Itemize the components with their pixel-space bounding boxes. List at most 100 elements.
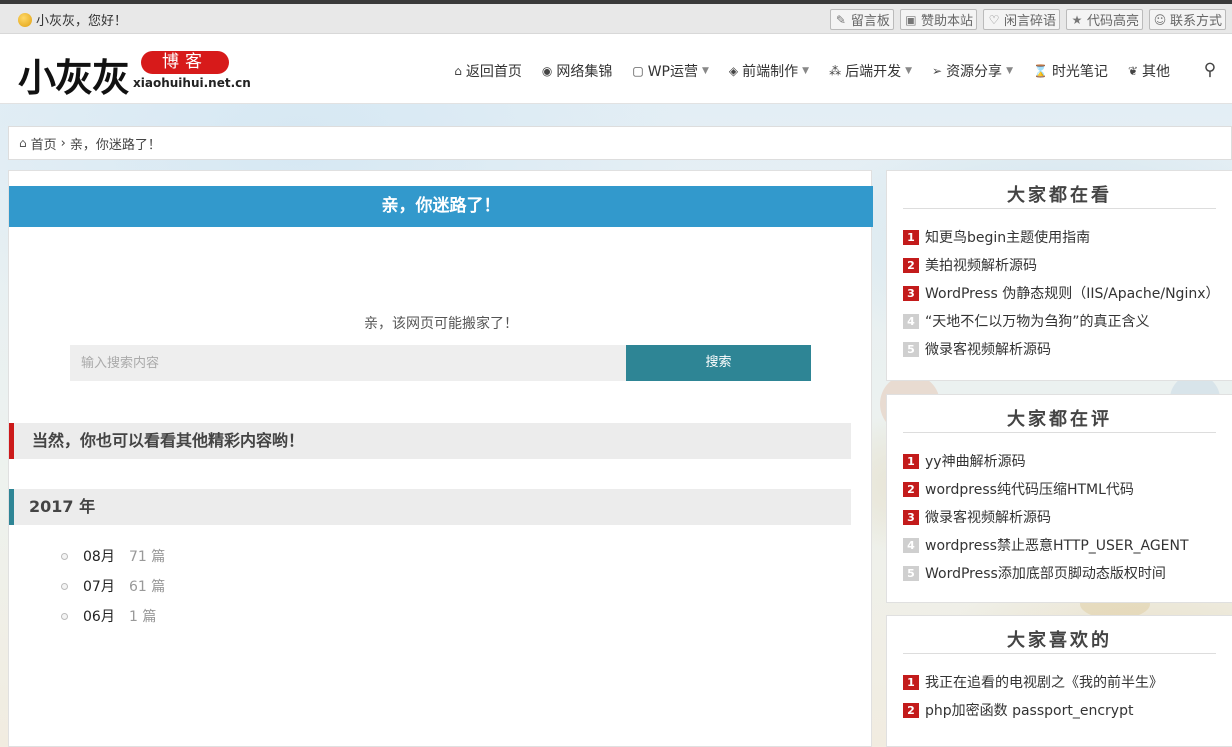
archive-item[interactable]: 06月 1 篇 [61, 601, 165, 631]
archive-month[interactable]: 08月 [83, 546, 129, 566]
post-link[interactable]: WordPress添加底部页脚动态版权时间 [925, 563, 1166, 583]
archive-count: 1 篇 [129, 609, 157, 625]
rank-badge: 5 [903, 565, 919, 581]
rank-badge: 1 [903, 674, 919, 690]
site-logo[interactable]: 小灰灰 [18, 47, 130, 102]
search-button[interactable]: 搜索 [626, 345, 811, 381]
top-link-label: 代码高亮 [1086, 14, 1139, 29]
archive-month[interactable]: 06月 [83, 606, 129, 626]
nav-item[interactable]: ⁂ 后端开发 ▼ [819, 61, 922, 81]
bullet-icon [61, 552, 68, 560]
rank-badge: 4 [903, 313, 919, 329]
home-icon: ⌂ [454, 64, 462, 78]
chat-icon: ▢ [632, 64, 644, 78]
widget-list: 1 yy神曲解析源码 2 wordpress纯代码压缩HTML代码 3 微录客视频解析源码… [887, 433, 1232, 587]
nav-label: 资源分享 [946, 64, 1003, 80]
archive-count: 71 篇 [129, 549, 166, 565]
nav-label: 返回首页 [465, 64, 522, 80]
post-link[interactable]: WordPress 伪静态规则（IIS/Apache/Nginx） [925, 283, 1220, 303]
site-header: 小灰灰 博客 xiaohuihui.net.cn ⌂ 返回首页 ◉ 网络集锦 ▢ WP运营… [0, 34, 1232, 104]
widget-popular: 大家都在看 1 知更鸟begin主题使用指南 2 美拍视频解析源码 3 WordPress… [886, 170, 1232, 381]
post-link[interactable]: 知更鸟begin主题使用指南 [925, 227, 1090, 247]
search-input[interactable] [70, 345, 626, 381]
nav-item[interactable]: ▢ WP运营 ▼ [622, 61, 719, 81]
widget-item[interactable]: 5 WordPress添加底部页脚动态版权时间 [903, 559, 1232, 587]
widget-title: 大家喜欢的 [903, 616, 1216, 654]
top-link[interactable]: ☺ 联系方式 [1148, 9, 1226, 30]
nav-item[interactable]: ◉ 网络集锦 [532, 61, 622, 81]
page-title: 亲，你迷路了！ [9, 186, 873, 227]
rank-badge: 5 [903, 341, 919, 357]
post-link[interactable]: php加密函数 passport_encrypt [925, 700, 1133, 720]
post-link[interactable]: 微录客视频解析源码 [925, 507, 1051, 527]
post-link[interactable]: 我正在追看的电视剧之《我的前半生》 [925, 672, 1163, 692]
smiley-icon [18, 12, 32, 27]
nav-item[interactable]: ◈ 前端制作 ▼ [719, 61, 819, 81]
post-link[interactable]: yy神曲解析源码 [925, 451, 1026, 471]
caret-down-icon: ▼ [905, 66, 912, 76]
widget-item[interactable]: 1 知更鸟begin主题使用指南 [903, 223, 1232, 251]
widget-most-commented: 大家都在评 1 yy神曲解析源码 2 wordpress纯代码压缩HTML代码 3 微录客… [886, 394, 1232, 603]
user-icon: ☺ [1153, 12, 1167, 27]
nav-label: WP运营 [647, 64, 698, 80]
widget-item[interactable]: 2 美拍视频解析源码 [903, 251, 1232, 279]
archive-item[interactable]: 08月 71 篇 [61, 541, 165, 571]
year-heading: 2017 年 [9, 489, 851, 525]
widget-item[interactable]: 1 yy神曲解析源码 [903, 447, 1232, 475]
post-link[interactable]: wordpress禁止恶意HTTP_USER_AGENT [925, 535, 1189, 555]
widget-item[interactable]: 5 微录客视频解析源码 [903, 335, 1232, 363]
widget-item[interactable]: 4 wordpress禁止恶意HTTP_USER_AGENT [903, 531, 1232, 559]
rank-badge: 3 [903, 509, 919, 525]
top-link-label: 赞助本站 [920, 14, 973, 29]
breadcrumb-home[interactable]: 首页 [31, 134, 57, 153]
bullet-icon [61, 582, 68, 590]
post-link[interactable]: “天地不仁以万物为刍狗”的真正含义 [925, 311, 1150, 331]
send-icon: ➢ [932, 64, 943, 78]
widget-item[interactable]: 4 “天地不仁以万物为刍狗”的真正含义 [903, 307, 1232, 335]
widget-item[interactable]: 1 我正在追看的电视剧之《我的前半生》 [903, 668, 1232, 696]
logo-badge: 博客 [141, 51, 229, 74]
archive-count: 61 篇 [129, 579, 166, 595]
leaf-icon: ❦ [1127, 64, 1138, 78]
top-link[interactable]: ▣ 赞助本站 [899, 9, 977, 30]
heart-icon: ♡ [988, 12, 1000, 27]
top-link[interactable]: ★ 代码高亮 [1065, 9, 1143, 30]
post-link[interactable]: wordpress纯代码压缩HTML代码 [925, 479, 1134, 499]
top-links: ✎ 留言板 ▣ 赞助本站 ♡ 闲言碎语 ★ 代码高亮 ☺ 联系方式 [829, 9, 1226, 30]
nav-item[interactable]: ⌛ 时光笔记 [1023, 61, 1118, 81]
widget-title: 大家都在评 [903, 395, 1216, 433]
hourglass-icon: ⌛ [1032, 64, 1048, 78]
html5-icon: ◈ [728, 64, 739, 78]
edit-icon: ✎ [835, 12, 846, 27]
breadcrumb-current: 亲，你迷路了！ [69, 137, 161, 153]
nav-item[interactable]: ❦ 其他 [1118, 61, 1180, 81]
main-panel: 亲，你迷路了！ 亲，该网页可能搬家了！ 搜索 当然，你也可以看看其他精彩内容哟！… [8, 170, 873, 747]
archive-month[interactable]: 07月 [83, 576, 129, 596]
rank-badge: 3 [903, 285, 919, 301]
widget-favorites: 大家喜欢的 1 我正在追看的电视剧之《我的前半生》 2 php加密函数 passpor… [886, 615, 1232, 747]
top-link[interactable]: ✎ 留言板 [829, 9, 894, 30]
archive-item[interactable]: 07月 61 篇 [61, 571, 165, 601]
top-link-label: 闲言碎语 [1003, 14, 1056, 29]
widget-item[interactable]: 3 微录客视频解析源码 [903, 503, 1232, 531]
rank-badge: 2 [903, 481, 919, 497]
star-icon: ★ [1071, 12, 1083, 27]
bullet-icon [61, 612, 68, 620]
widget-item[interactable]: 3 WordPress 伪静态规则（IIS/Apache/Nginx） [903, 279, 1232, 307]
nav-label: 后端开发 [845, 64, 902, 80]
widget-item[interactable]: 2 wordpress纯代码压缩HTML代码 [903, 475, 1232, 503]
post-link[interactable]: 微录客视频解析源码 [925, 339, 1051, 359]
greeting-text: 小灰灰，您好！ [36, 14, 128, 29]
search-icon[interactable]: ⚲ [1200, 60, 1220, 80]
logo-url: xiaohuihui.net.cn [133, 76, 251, 90]
nav-item[interactable]: ➢ 资源分享 ▼ [922, 61, 1023, 81]
top-link[interactable]: ♡ 闲言碎语 [982, 9, 1060, 30]
top-link-label: 留言板 [850, 14, 890, 29]
caret-down-icon: ▼ [702, 66, 709, 76]
nav-item[interactable]: ⌂ 返回首页 [444, 61, 532, 81]
caret-down-icon: ▼ [1006, 66, 1013, 76]
post-link[interactable]: 美拍视频解析源码 [925, 255, 1037, 275]
widget-item[interactable]: 2 php加密函数 passport_encrypt [903, 696, 1232, 724]
breadcrumb-separator: › [60, 135, 66, 151]
suggest-heading: 当然，你也可以看看其他精彩内容哟！ [9, 423, 851, 459]
